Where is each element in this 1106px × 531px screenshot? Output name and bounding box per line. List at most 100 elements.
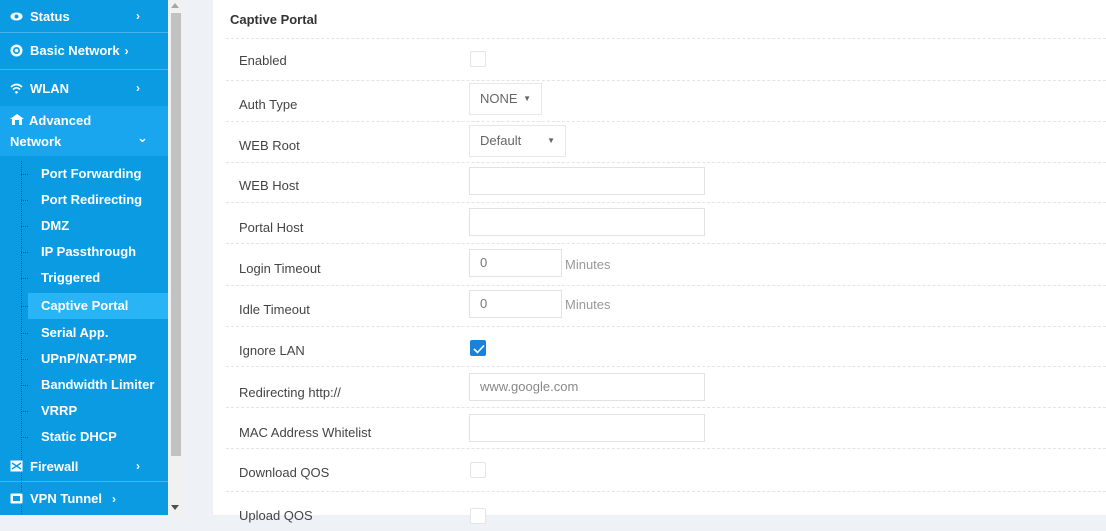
form-row-login-timeout: Login Timeout 0 Minutes bbox=[226, 243, 1106, 286]
tree-tick bbox=[21, 200, 28, 201]
chevron-down-icon: ⌄ bbox=[137, 130, 148, 145]
web-root-select[interactable]: Default ▼ bbox=[469, 125, 566, 157]
nav-status[interactable]: Status › bbox=[0, 0, 168, 32]
form-row-auth-type: Auth Type NONE ▼ bbox=[226, 80, 1106, 122]
wifi-icon bbox=[10, 82, 23, 95]
form-row-idle-timeout: Idle Timeout 0 Minutes bbox=[226, 285, 1106, 327]
sidebar-item-label: Triggered bbox=[41, 270, 101, 285]
form-row-mac-whitelist: MAC Address Whitelist bbox=[226, 407, 1106, 449]
form-row-download-qos: Download QOS bbox=[226, 448, 1106, 492]
dropdown-arrow-icon: ▼ bbox=[547, 136, 555, 145]
advanced-network-group: Advanced Network ⌄ Port Forwarding Port … bbox=[0, 106, 168, 515]
login-timeout-input[interactable]: 0 bbox=[469, 249, 562, 277]
nav-vpn-tunnel[interactable]: VPN Tunnel › bbox=[0, 482, 168, 515]
chevron-right-icon: › bbox=[136, 9, 140, 23]
mac-whitelist-input[interactable] bbox=[469, 414, 705, 442]
tree-tick bbox=[21, 437, 28, 438]
enabled-checkbox[interactable] bbox=[470, 51, 486, 67]
form-row-web-host: WEB Host bbox=[226, 162, 1106, 203]
sidebar-item-bandwidth-limiter[interactable]: Bandwidth Limiter bbox=[21, 372, 168, 398]
scrollbar-thumb[interactable] bbox=[171, 13, 181, 456]
web-host-label: WEB Host bbox=[239, 178, 299, 193]
sidebar-item-serial-app[interactable]: Serial App. bbox=[21, 320, 168, 346]
nav-basic-network[interactable]: Basic Network › bbox=[0, 33, 168, 68]
enabled-label: Enabled bbox=[239, 53, 287, 68]
sidebar-item-label: Static DHCP bbox=[41, 429, 117, 444]
sidebar-item-dmz[interactable]: DMZ bbox=[21, 213, 168, 239]
tree-tick bbox=[21, 174, 28, 175]
web-root-value: Default bbox=[480, 133, 522, 148]
mac-whitelist-label: MAC Address Whitelist bbox=[239, 425, 372, 440]
upload-qos-label: Upload QOS bbox=[239, 508, 313, 523]
ignore-lan-checkbox[interactable] bbox=[470, 340, 486, 356]
sidebar: Status › Basic Network › WLAN › Advanced… bbox=[0, 0, 168, 515]
network-icon bbox=[10, 114, 24, 126]
upload-qos-checkbox[interactable] bbox=[470, 508, 486, 524]
download-qos-label: Download QOS bbox=[239, 465, 330, 480]
sidebar-item-upnp-nat-pmp[interactable]: UPnP/NAT-PMP bbox=[21, 346, 168, 372]
nav-advanced-network-label-line2: Network bbox=[10, 134, 62, 149]
redirecting-input[interactable]: www.google.com bbox=[469, 373, 705, 401]
chevron-right-icon: › bbox=[136, 81, 140, 95]
nav-wlan-label: WLAN bbox=[30, 80, 69, 96]
form-row-upload-qos: Upload QOS bbox=[226, 491, 1106, 531]
idle-timeout-unit: Minutes bbox=[565, 297, 611, 312]
sidebar-item-ip-passthrough[interactable]: IP Passthrough bbox=[21, 239, 168, 265]
portal-host-input[interactable] bbox=[469, 208, 705, 236]
tree-tick bbox=[21, 278, 28, 279]
vpn-icon bbox=[10, 492, 23, 505]
form-row-portal-host: Portal Host bbox=[226, 202, 1106, 244]
chevron-right-icon: › bbox=[111, 491, 116, 506]
nav-advanced-network-label-line1: Advanced bbox=[29, 113, 92, 128]
tree-tick bbox=[21, 252, 28, 253]
sidebar-item-port-redirecting[interactable]: Port Redirecting bbox=[21, 187, 168, 213]
firewall-icon bbox=[10, 460, 23, 473]
auth-type-value: NONE bbox=[480, 91, 518, 106]
eye-icon bbox=[10, 10, 23, 23]
login-timeout-label: Login Timeout bbox=[239, 261, 321, 276]
nav-status-label: Status bbox=[30, 8, 70, 24]
sidebar-item-label: DMZ bbox=[41, 218, 70, 233]
nav-wlan[interactable]: WLAN › bbox=[0, 70, 168, 106]
auth-type-select[interactable]: NONE ▼ bbox=[469, 83, 542, 115]
tree-tick bbox=[21, 306, 28, 307]
sidebar-item-static-dhcp[interactable]: Static DHCP bbox=[21, 424, 168, 450]
idle-timeout-input[interactable]: 0 bbox=[469, 290, 562, 318]
sidebar-item-label: Captive Portal bbox=[41, 298, 129, 313]
sidebar-item-label: Port Redirecting bbox=[41, 192, 143, 207]
sidebar-item-vrrp[interactable]: VRRP bbox=[21, 398, 168, 424]
nav-advanced-network[interactable]: Advanced Network ⌄ bbox=[0, 106, 168, 156]
ignore-lan-label: Ignore LAN bbox=[239, 343, 305, 358]
tree-tick bbox=[21, 226, 28, 227]
nav-firewall-label: Firewall bbox=[30, 458, 79, 474]
sidebar-item-label: VRRP bbox=[41, 403, 78, 418]
redirecting-label: Redirecting http:// bbox=[239, 385, 341, 400]
dropdown-arrow-icon: ▼ bbox=[523, 94, 531, 103]
sidebar-item-port-forwarding[interactable]: Port Forwarding bbox=[21, 161, 168, 187]
sidebar-item-label: Serial App. bbox=[41, 325, 109, 340]
chevron-right-icon: › bbox=[124, 43, 129, 58]
sidebar-item-triggered[interactable]: Triggered bbox=[21, 265, 168, 291]
web-root-label: WEB Root bbox=[239, 138, 300, 153]
captive-portal-panel: Captive Portal Enabled Auth Type NONE ▼ … bbox=[213, 0, 1106, 524]
download-qos-checkbox[interactable] bbox=[470, 462, 486, 478]
web-host-input[interactable] bbox=[469, 167, 705, 195]
scroll-down-arrow-icon[interactable] bbox=[171, 505, 179, 510]
sidebar-item-label: UPnP/NAT-PMP bbox=[41, 351, 137, 366]
globe-icon bbox=[10, 44, 23, 57]
scroll-up-arrow-icon[interactable] bbox=[171, 3, 179, 8]
sidebar-item-label: Port Forwarding bbox=[41, 166, 142, 181]
tree-tick bbox=[21, 385, 28, 386]
nav-firewall[interactable]: Firewall › bbox=[0, 451, 168, 481]
chevron-right-icon: › bbox=[136, 459, 140, 473]
form-row-redirecting: Redirecting http:// www.google.com bbox=[226, 366, 1106, 408]
sidebar-item-captive-portal[interactable]: Captive Portal bbox=[21, 293, 168, 319]
sidebar-scrollbar[interactable] bbox=[168, 0, 184, 515]
form-row-web-root: WEB Root Default ▼ bbox=[226, 121, 1106, 163]
sidebar-item-label: Bandwidth Limiter bbox=[41, 377, 155, 392]
form-row-enabled: Enabled bbox=[226, 38, 1106, 81]
sidebar-item-label: IP Passthrough bbox=[41, 244, 137, 259]
form-row-title bbox=[226, 0, 1106, 39]
tree-tick bbox=[21, 359, 28, 360]
form-row-ignore-lan: Ignore LAN bbox=[226, 326, 1106, 367]
